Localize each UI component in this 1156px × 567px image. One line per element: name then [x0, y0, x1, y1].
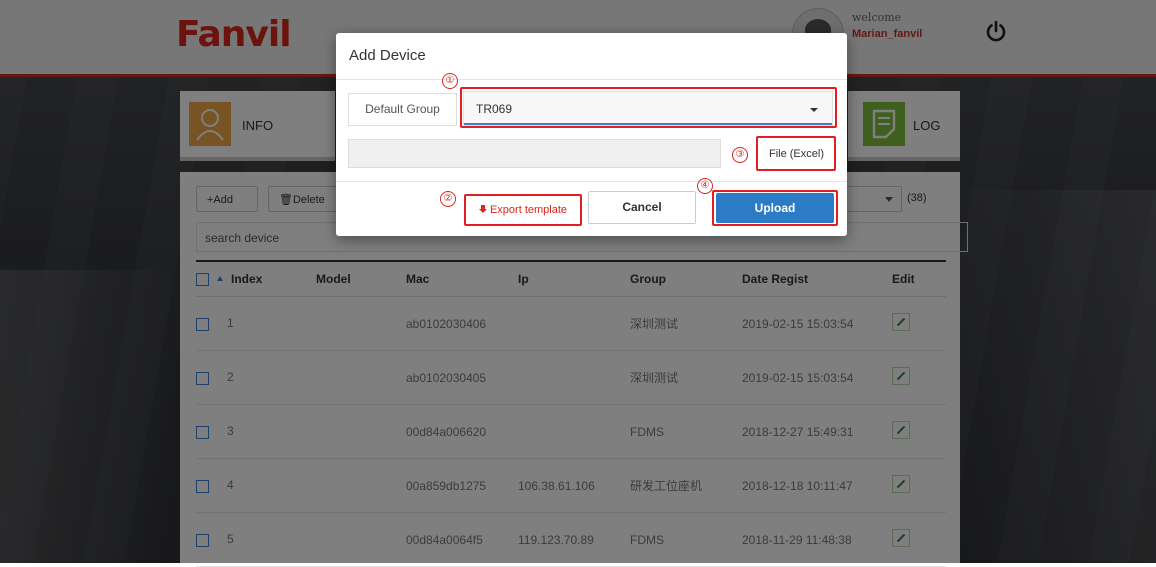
dialog-divider	[336, 181, 847, 182]
file-path-input[interactable]	[348, 139, 721, 168]
dialog-title: Add Device	[349, 47, 426, 64]
step-marker-3: ③	[732, 147, 748, 163]
default-group-label: Default Group	[348, 93, 457, 126]
cancel-button[interactable]: Cancel	[588, 191, 696, 224]
add-device-dialog: Add Device Default Group TR069 ① File (E…	[336, 33, 847, 236]
step-marker-4: ④	[697, 178, 713, 194]
highlight-group-select	[460, 87, 837, 128]
highlight-upload-button	[712, 190, 838, 226]
highlight-file-button	[756, 136, 836, 171]
step-marker-1: ①	[442, 73, 458, 89]
dialog-divider	[336, 79, 847, 80]
highlight-export-button	[464, 194, 582, 226]
step-marker-2: ②	[440, 191, 456, 207]
